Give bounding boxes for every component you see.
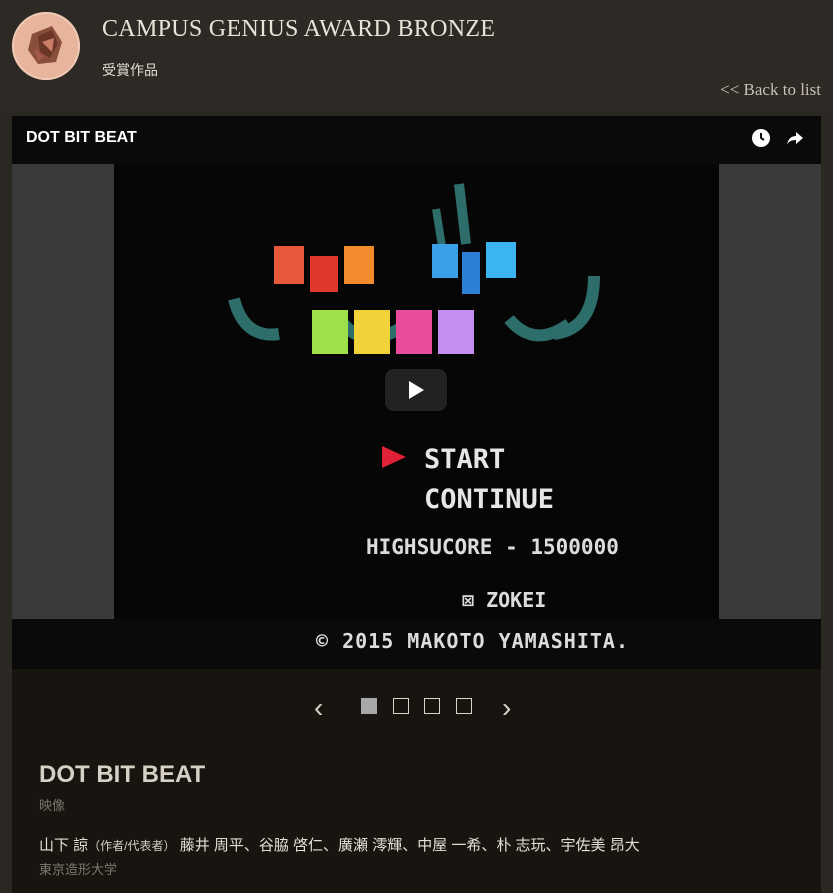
video-player[interactable]: DOT BIT BEAT START CONTINUE HIGHSUCORE -… [12,116,821,669]
play-icon [409,381,424,399]
team-members: 藤井 周平、谷脇 啓仁、廣瀬 澪輝、中屋 一希、朴 志玩、宇佐美 昂大 [179,837,640,854]
award-logo [12,12,80,80]
award-title: CAMPUS GENIUS AWARD BRONZE [102,16,496,42]
back-to-list-link[interactable]: << Back to list [720,80,821,100]
work-panel: DOT BIT BEAT START CONTINUE HIGHSUCORE -… [12,116,821,893]
game-highscore-text: HIGHSUCORE - 1500000 [366,535,619,559]
author-name: 山下 諒 [39,837,89,854]
clock-icon[interactable] [751,128,771,153]
game-zokei-text: ⊠ ZOKEI [462,588,547,612]
slide-carousel: ‹ › [12,686,821,726]
work-credits: 山下 諒（作者/代表者） 藤井 周平、谷脇 啓仁、廣瀬 澪輝、中屋 一希、朴 志… [39,834,640,855]
carousel-prev-button[interactable]: ‹ [314,692,323,724]
video-letterbox-right [719,164,821,619]
award-subtitle: 受賞作品 [102,62,158,78]
carousel-dot-3[interactable] [424,698,440,714]
author-role: （作者/代表者） [88,839,176,853]
work-title: DOT BIT BEAT [39,761,206,788]
game-continue-text: CONTINUE [424,484,555,515]
game-start-text: START [424,444,506,475]
carousel-dot-1[interactable] [361,698,377,714]
carousel-next-button[interactable]: › [502,692,511,724]
work-category: 映像 [39,798,66,813]
page-header: CAMPUS GENIUS AWARD BRONZE 受賞作品 << Back … [0,0,833,112]
carousel-dot-4[interactable] [456,698,472,714]
menu-cursor-arrow-icon [382,446,408,473]
video-title[interactable]: DOT BIT BEAT [26,129,137,147]
carousel-dot-2[interactable] [393,698,409,714]
play-button[interactable] [385,369,447,411]
share-icon[interactable] [785,128,805,153]
game-copyright-text: © 2015 MAKOTO YAMASHITA. [316,629,629,653]
video-toolbar [741,128,805,153]
video-letterbox-left [12,164,114,619]
school-name: 東京造形大学 [39,862,118,877]
